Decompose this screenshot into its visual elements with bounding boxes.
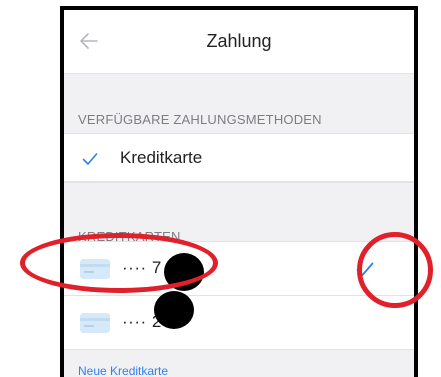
add-credit-card-link[interactable]: Neue Kreditkarte: [78, 364, 168, 377]
payment-method-label: Kreditkarte: [120, 148, 203, 167]
annotation-ellipse: [20, 233, 218, 293]
add-card-row: Neue Kreditkarte: [64, 350, 414, 377]
section-header-methods: VERFÜGBARE ZAHLUNGSMETHODEN: [64, 74, 414, 134]
section-header-methods-label: VERFÜGBARE ZAHLUNGSMETHODEN: [78, 112, 322, 127]
payment-method-kreditkarte[interactable]: Kreditkarte: [64, 134, 414, 182]
nav-bar: Zahlung: [64, 10, 414, 74]
credit-card-icon: [80, 313, 110, 333]
credit-card-row[interactable]: ···· 2: [64, 296, 414, 350]
annotation-circle: [357, 232, 433, 308]
payment-screen: Zahlung VERFÜGBARE ZAHLUNGSMETHODEN Kred…: [60, 6, 418, 377]
page-title: Zahlung: [206, 31, 272, 51]
redaction-mark: [154, 291, 194, 329]
checkmark-icon: [82, 153, 98, 165]
